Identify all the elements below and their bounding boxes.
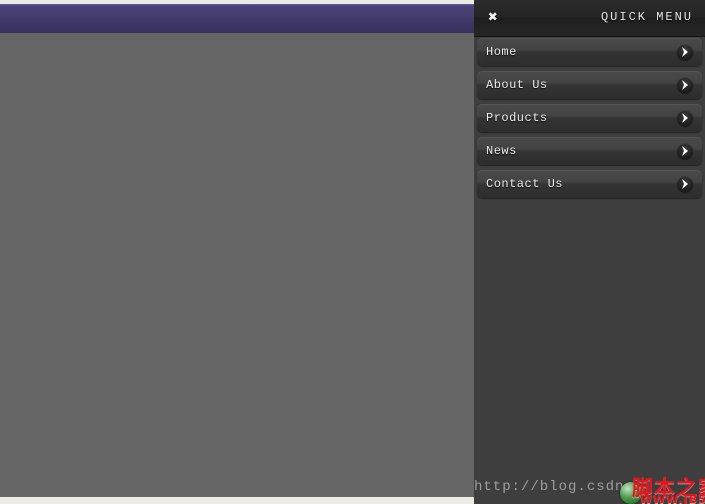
chevron-right-icon <box>677 44 693 60</box>
close-icon[interactable]: ✖ <box>483 9 503 28</box>
quick-menu-list: Home About Us Products News Contact Us <box>474 38 705 203</box>
menu-item-label: About Us <box>486 78 548 92</box>
chevron-right-icon <box>677 77 693 93</box>
menu-item-contact-us[interactable]: Contact Us <box>477 170 702 198</box>
menu-item-label: Contact Us <box>486 177 564 191</box>
menu-item-news[interactable]: News <box>477 137 702 165</box>
chevron-right-icon <box>677 176 693 192</box>
screen: ✖ QUICK MENU Home About Us Products News… <box>0 0 705 504</box>
quick-menu-title: QUICK MENU <box>600 10 693 24</box>
menu-item-label: Home <box>486 45 517 59</box>
menu-item-home[interactable]: Home <box>477 38 702 66</box>
quick-menu-header: ✖ QUICK MENU <box>474 0 705 37</box>
page-body <box>0 33 474 497</box>
purple-header-bar <box>0 4 474 33</box>
menu-item-label: News <box>486 144 517 158</box>
chevron-right-icon <box>677 143 693 159</box>
menu-item-label: Products <box>486 111 548 125</box>
chevron-right-icon <box>677 110 693 126</box>
menu-item-products[interactable]: Products <box>477 104 702 132</box>
main-content-area <box>0 4 474 497</box>
menu-item-about-us[interactable]: About Us <box>477 71 702 99</box>
quick-menu-panel: ✖ QUICK MENU Home About Us Products News… <box>474 0 705 504</box>
